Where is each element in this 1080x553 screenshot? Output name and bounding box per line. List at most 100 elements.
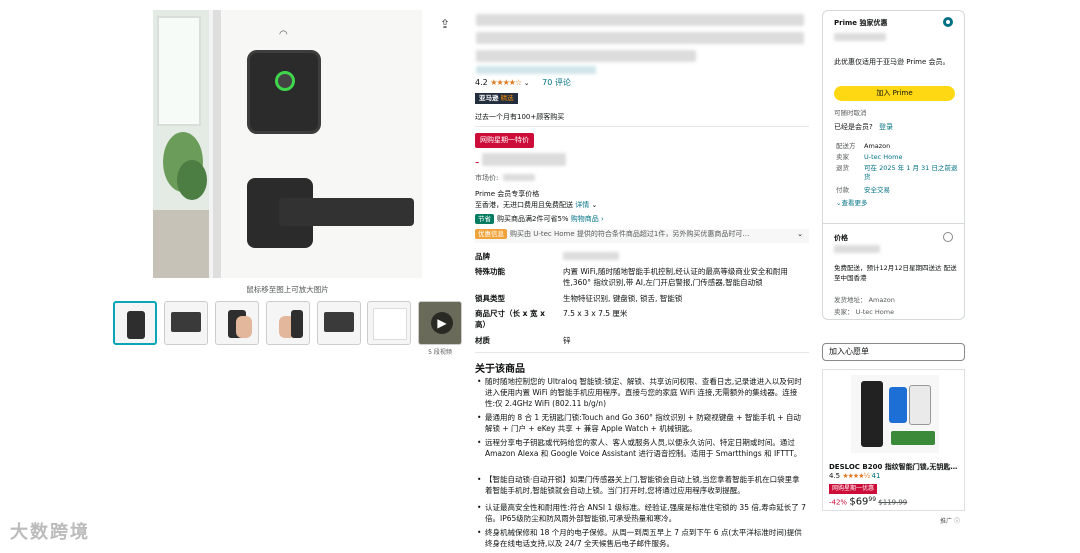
star-rating-icon: ★★★★☆ bbox=[490, 78, 522, 87]
seller-link[interactable]: U-tec Home bbox=[864, 153, 959, 162]
ad-discount: -42% bbox=[829, 498, 848, 507]
detail-key: 退货 bbox=[836, 164, 849, 172]
thumbnail[interactable] bbox=[266, 301, 310, 345]
thumbnail[interactable] bbox=[113, 301, 157, 345]
spec-value: 内置 WiFi,随时随地智能手机控制,经认证的最高等级商业安全和耐用性,360°… bbox=[563, 267, 788, 287]
wifi-icon: ◠ bbox=[279, 29, 288, 40]
shipping-text: 至香港，无进口费用且免费配送 bbox=[475, 201, 573, 209]
spec-key: 材质 bbox=[475, 336, 490, 345]
add-to-wishlist-button[interactable]: 加入心愿单 bbox=[822, 343, 965, 361]
chevron-down-icon[interactable]: ⌄ bbox=[797, 229, 803, 239]
ad-rating-value: 4.5 bbox=[829, 472, 841, 480]
list-item: 【智能自动锁·自动开锁】如果门传感器关上门,智能锁会自动上锁,当您拿着智能手机在… bbox=[477, 474, 807, 496]
ad-price-cents: 99 bbox=[868, 496, 877, 503]
deal-badge: 网购星期一特价 bbox=[475, 133, 534, 148]
secure-link[interactable]: 安全交易 bbox=[864, 186, 959, 195]
price-radio[interactable] bbox=[943, 232, 953, 242]
card-image bbox=[889, 387, 907, 423]
see-more-label: 查看更多 bbox=[841, 199, 868, 207]
divider bbox=[822, 223, 965, 224]
spec-value: 生物特征识别, 键盘锁, 锁舌, 智能锁 bbox=[563, 294, 683, 303]
ad-list-price: $119.99 bbox=[878, 498, 908, 507]
see-more-link[interactable]: ⌄查看更多 bbox=[836, 197, 867, 207]
price-blurred bbox=[482, 153, 566, 166]
battery-image bbox=[891, 431, 935, 445]
lock-image bbox=[861, 381, 883, 447]
play-icon: ▶ bbox=[431, 312, 453, 334]
spec-key: 商品尺寸（长 x 宽 x 高） bbox=[475, 309, 546, 329]
sponsored-label: 推广 bbox=[940, 518, 953, 525]
spec-key: 锁具类型 bbox=[475, 294, 505, 303]
review-count-link[interactable]: 70 评论 bbox=[542, 78, 571, 87]
chevron-down-icon[interactable]: ⌄ bbox=[524, 79, 530, 87]
zoom-hint: 鼠标移至图上可放大图片 bbox=[246, 285, 329, 294]
prime-offer-title: Prime 独家优惠 bbox=[834, 19, 888, 27]
thumbnail[interactable] bbox=[367, 301, 411, 345]
shop-items-link[interactable]: 购物商品 › bbox=[571, 215, 604, 223]
floor bbox=[153, 210, 209, 278]
save-row: 节省 购买商品满2件可省5% 购物商品 › bbox=[475, 214, 604, 224]
prime-radio[interactable] bbox=[943, 17, 953, 27]
thumbnail[interactable] bbox=[164, 301, 208, 345]
detail-key: 卖家 bbox=[836, 153, 849, 161]
delivery-info: 免费配送，预计12月12日星期四送达 配送至中国香港 bbox=[834, 264, 957, 282]
spec-value: 7.5 x 3 x 7.5 厘米 bbox=[563, 309, 628, 318]
price-blurred bbox=[834, 245, 880, 253]
ad-title[interactable]: DESLOC B200 指纹智能门锁,无钥匙… bbox=[829, 462, 963, 472]
spec-key: 品牌 bbox=[475, 252, 490, 261]
product-title-blurred bbox=[476, 50, 696, 62]
product-title-blurred bbox=[476, 32, 804, 44]
fingerprint-ring bbox=[275, 71, 295, 91]
video-thumbnail[interactable]: ▶ bbox=[418, 301, 462, 345]
ship-from: 发货地址： Amazon bbox=[834, 294, 895, 304]
sponsored-tag[interactable]: 推广 ⓘ bbox=[940, 516, 960, 525]
watermark: 大数跨境 bbox=[10, 522, 90, 543]
save-tag: 节省 bbox=[475, 214, 494, 224]
brand-blurred bbox=[563, 252, 619, 260]
plant-leaf bbox=[177, 160, 207, 200]
spec-key: 特殊功能 bbox=[475, 267, 505, 276]
divider bbox=[475, 126, 809, 127]
store-link-blurred[interactable] bbox=[476, 66, 596, 74]
thumbnail[interactable] bbox=[215, 301, 259, 345]
phone-image bbox=[909, 385, 931, 425]
member-question: 已经是会员? 登录 bbox=[834, 122, 893, 132]
thumbnail[interactable] bbox=[317, 301, 361, 345]
main-product-image[interactable]: ◠ bbox=[153, 10, 422, 278]
ad-price-main: $69 bbox=[849, 496, 869, 508]
ship-from-label: 发货地址： bbox=[834, 296, 867, 304]
save-text: 购买商品满2件可省5% bbox=[497, 215, 569, 223]
coupon-row[interactable]: 优惠信息 购买由 U-tec Home 提供的符合条件商品超过1件，另外购买优惠商… bbox=[475, 229, 809, 243]
detail-value: Amazon bbox=[864, 142, 891, 150]
details-link[interactable]: 详情 bbox=[575, 201, 589, 209]
window bbox=[157, 16, 201, 126]
login-link[interactable]: 登录 bbox=[879, 123, 893, 131]
about-title: 关于该商品 bbox=[475, 364, 525, 375]
chevron-down-icon[interactable]: ⌄ bbox=[589, 201, 597, 209]
ad-rating: 4.5 ★★★★½ 41 bbox=[829, 472, 880, 480]
cancel-note: 可随时取消 bbox=[834, 109, 867, 117]
star-rating-icon: ★★★★½ bbox=[842, 472, 870, 480]
amazon-choice-badge: 亚马逊 精选 bbox=[475, 93, 518, 104]
bought-count: 过去一个月有100+顾客购买 bbox=[475, 113, 565, 121]
member-text: 已经是会员? bbox=[834, 123, 873, 131]
rating-value: 4.2 bbox=[475, 78, 488, 87]
share-icon[interactable]: ⇪ bbox=[440, 17, 450, 31]
ad-review-count[interactable]: 41 bbox=[872, 472, 881, 480]
ad-deal-badge: 网购星期一优惠 bbox=[829, 484, 878, 494]
spec-value: 锌 bbox=[563, 336, 571, 345]
divider bbox=[475, 352, 809, 353]
list-item: 终身机械保修和 18 个月的电子保修。从周一到周五早上 7 点到下午 6 点(太… bbox=[477, 527, 807, 549]
seller-label: 卖家： bbox=[834, 308, 854, 316]
product-title-blurred bbox=[476, 14, 804, 26]
sponsored-ad[interactable]: DESLOC B200 指纹智能门锁,无钥匙… 4.5 ★★★★½ 41 网购星… bbox=[822, 369, 965, 511]
return-link[interactable]: 可在 2025 年 1 月 31 日之前退货 bbox=[864, 164, 959, 182]
rating-row[interactable]: 4.2 ★★★★☆ ⌄ 70 评论 bbox=[475, 77, 571, 89]
door-edge bbox=[213, 10, 221, 278]
info-icon: ⓘ bbox=[953, 518, 960, 525]
list-item: 最通用的 8 合 1 无钥匙门锁:Touch and Go 360° 指纹识别 … bbox=[477, 412, 807, 434]
door bbox=[213, 10, 422, 278]
ad-product-image[interactable] bbox=[851, 375, 939, 453]
list-price-blurred bbox=[503, 174, 535, 181]
join-prime-button[interactable]: 加入 Prime bbox=[834, 86, 955, 101]
